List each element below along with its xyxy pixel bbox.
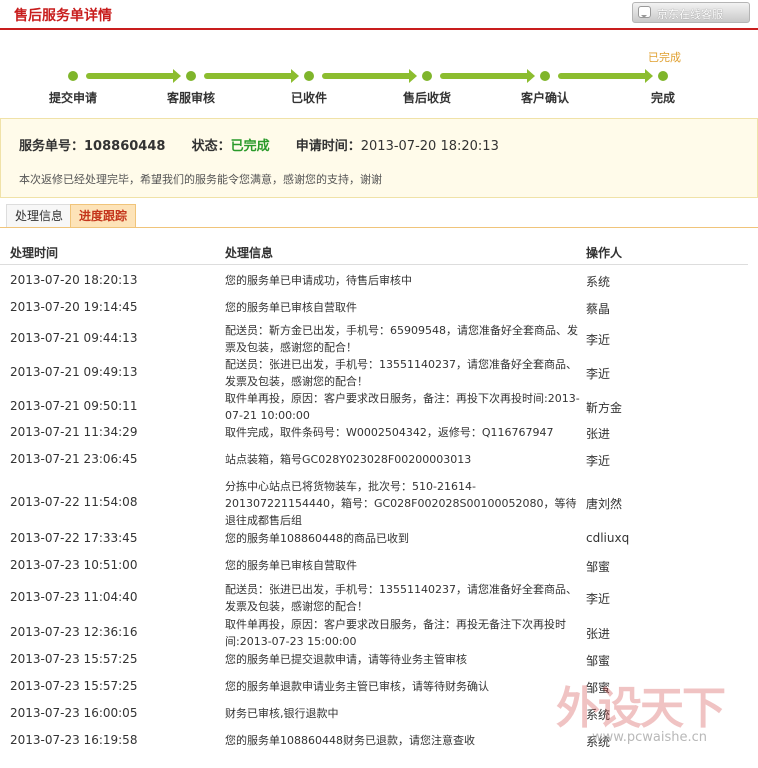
tab-progress-tracking[interactable]: 进度跟踪: [70, 204, 137, 227]
step-arrow-1: [86, 69, 181, 83]
summary-line: 服务单号：108860448 状态：已完成 申请时间：2013-07-20 18…: [19, 135, 499, 154]
row-operator: 李近: [586, 333, 611, 347]
order-summary: 服务单号：108860448 状态：已完成 申请时间：2013-07-20 18…: [0, 118, 758, 198]
row-operator: 邹蜜: [586, 654, 611, 668]
row-info: 分拣中心站点已将货物装车，批次号：510-21614-2013072211544…: [225, 480, 577, 527]
row-operator: 靳方金: [586, 401, 623, 415]
row-time: 2013-07-23 10:51:00: [10, 558, 138, 572]
page-header: 售后服务单详情 京东在线客服: [0, 0, 758, 30]
step-arrow-2: [204, 69, 299, 83]
row-operator: cdliuxq: [586, 531, 630, 545]
row-info: 您的服务单108860448的商品已收到: [225, 532, 409, 545]
chat-icon: [638, 6, 651, 18]
row-operator: 系统: [586, 275, 611, 289]
step-dot-5: [540, 71, 550, 81]
row-info: 财务已审核,银行退款中: [225, 707, 339, 720]
step-dot-6: [658, 71, 668, 81]
row-operator: 李近: [586, 367, 611, 381]
page-title: 售后服务单详情: [14, 8, 112, 24]
row-info: 您的服务单已提交退款申请，请等待业务主管审核: [225, 653, 467, 666]
online-service-label: 京东在线客服: [657, 8, 723, 21]
step-dot-3: [304, 71, 314, 81]
step-label-submit: 提交申请: [48, 91, 97, 105]
row-info: 您的服务单已申请成功，待售后审核中: [225, 274, 412, 287]
apply-time: 2013-07-20 18:20:13: [360, 139, 499, 154]
apply-time-label: 申请时间：: [295, 139, 361, 154]
step-label-complete: 完成: [650, 91, 675, 105]
row-time: 2013-07-21 11:34:29: [10, 425, 138, 439]
row-info: 配送员：张进已出发，手机号：13551140237，请您准备好全套商品、发票及包…: [225, 583, 577, 613]
row-info: 取件单再投，原因：客户要求改日服务，备注：再投下次再投时间:2013-07-21…: [225, 392, 580, 422]
step-label-after-sales: 售后收货: [402, 91, 451, 105]
row-info: 取件完成，取件条码号：W0002504342，返修号：Q116767947: [225, 426, 554, 439]
row-info: 配送员：靳方金已出发，手机号：65909548，请您准备好全套商品、发票及包装，…: [225, 324, 578, 354]
row-time: 2013-07-20 19:14:45: [10, 300, 138, 314]
step-arrow-5: [558, 69, 653, 83]
row-operator: 李近: [586, 592, 611, 606]
tab-processing-info[interactable]: 处理信息: [6, 204, 73, 227]
row-time: 2013-07-23 11:04:40: [10, 590, 138, 604]
order-no: 108860448: [84, 139, 166, 154]
row-operator: 张进: [586, 427, 611, 441]
row-time: 2013-07-23 16:19:58: [10, 733, 138, 747]
row-time: 2013-07-20 18:20:13: [10, 273, 138, 287]
row-time: 2013-07-22 11:54:08: [10, 495, 138, 509]
status-label: 状态：: [191, 139, 231, 154]
step-dot-1: [68, 71, 78, 81]
progress-tracker: 已完成 提交申请 客服审核 已收件 售后收货 客户确认 完成: [0, 40, 758, 110]
row-info: 站点装箱，箱号GC028Y023028F00200003013: [225, 453, 472, 466]
row-operator: 李近: [586, 454, 611, 468]
row-info: 您的服务单已审核自营取件: [225, 559, 357, 572]
header-time: 处理时间: [10, 246, 59, 260]
row-time: 2013-07-21 09:49:13: [10, 365, 138, 379]
row-info: 您的服务单已审核自营取件: [225, 301, 357, 314]
row-info: 您的服务单退款申请业务主管已审核，请等待财务确认: [225, 680, 489, 693]
row-operator: 邹蜜: [586, 560, 611, 574]
row-info: 您的服务单108860448财务已退款，请您注意查收: [225, 734, 475, 747]
row-operator: 系统: [586, 735, 611, 749]
row-operator: 唐刘然: [586, 497, 623, 511]
row-time: 2013-07-23 12:36:16: [10, 625, 138, 639]
row-time: 2013-07-21 09:50:11: [10, 399, 138, 413]
step-arrow-4: [440, 69, 535, 83]
progress-status: 已完成: [648, 51, 681, 64]
tab-divider: [0, 227, 758, 228]
step-label-received: 已收件: [290, 91, 327, 105]
row-time: 2013-07-23 16:00:05: [10, 706, 138, 720]
row-info: 配送员：张进已出发，手机号：13551140237，请您准备好全套商品、发票及包…: [225, 358, 577, 388]
step-label-review: 客服审核: [166, 91, 215, 105]
status-value: 已完成: [230, 139, 270, 154]
row-operator: 邹蜜: [586, 681, 611, 695]
order-no-label: 服务单号：: [19, 139, 85, 154]
row-operator: 张进: [586, 627, 611, 641]
summary-message: 本次返修已经处理完毕，希望我们的服务能令您满意，感谢您的支持，谢谢: [19, 173, 382, 186]
online-service-button[interactable]: 京东在线客服: [632, 2, 750, 23]
header-info: 处理信息: [225, 246, 274, 260]
row-time: 2013-07-21 23:06:45: [10, 452, 138, 466]
row-time: 2013-07-23 15:57:25: [10, 652, 138, 666]
row-operator: 系统: [586, 708, 611, 722]
step-arrow-3: [322, 69, 417, 83]
row-operator: 蔡晶: [586, 302, 611, 316]
row-time: 2013-07-22 17:33:45: [10, 531, 138, 545]
row-time: 2013-07-23 15:57:25: [10, 679, 138, 693]
step-label-confirm: 客户确认: [520, 91, 569, 105]
header-operator: 操作人: [586, 246, 623, 260]
row-time: 2013-07-21 09:44:13: [10, 331, 138, 345]
step-dot-2: [186, 71, 196, 81]
row-info: 取件单再投，原因：客户要求改日服务，备注：再投无备注下次再投时间:2013-07…: [225, 618, 566, 648]
step-dot-4: [422, 71, 432, 81]
table-header: 处理时间 处理信息 操作人: [0, 236, 748, 265]
